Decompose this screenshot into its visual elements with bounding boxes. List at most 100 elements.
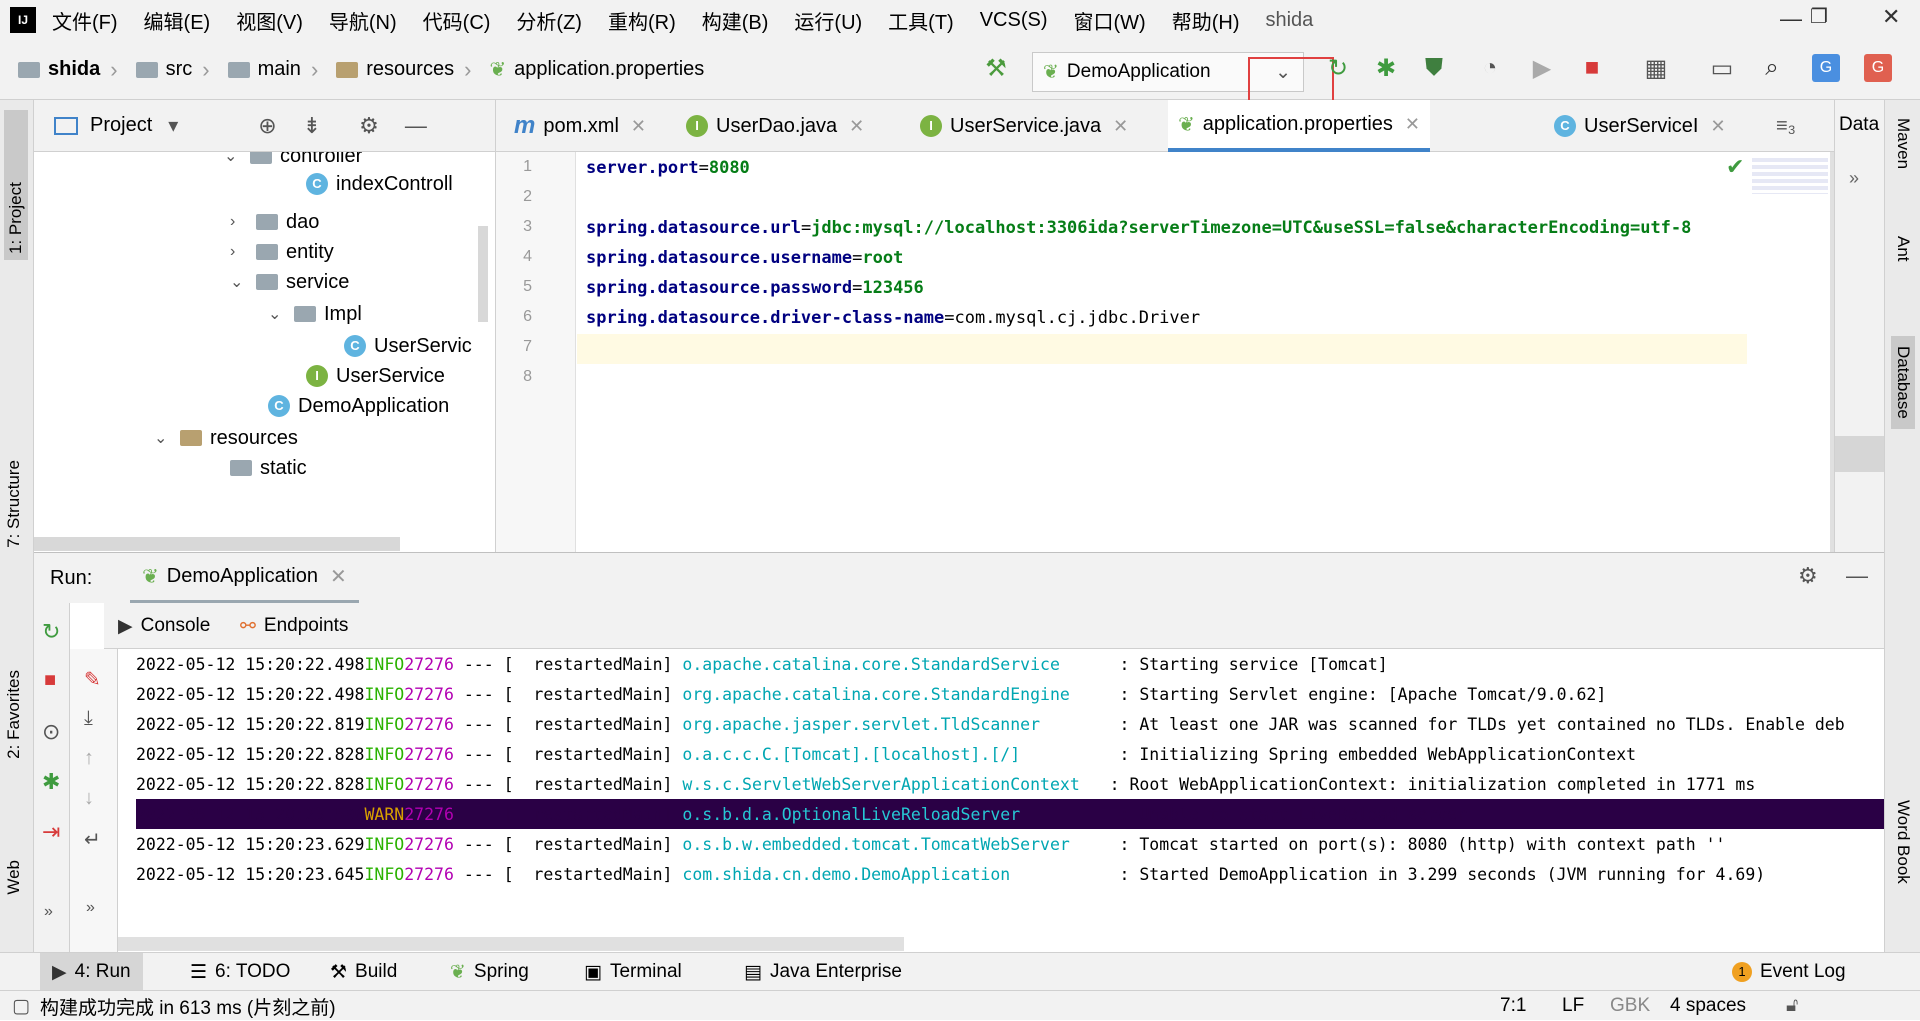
minimize-icon[interactable]: — xyxy=(1780,6,1802,32)
collapse-all-icon[interactable]: ⇟ xyxy=(303,113,321,139)
tab-userdao[interactable]: I UserDao.java ✕ xyxy=(686,100,864,152)
project-title[interactable]: Project xyxy=(90,114,152,137)
tree-node-service[interactable]: ⌄ service xyxy=(230,266,349,298)
caret-position[interactable]: 7:1 xyxy=(1500,991,1526,1021)
spring-tool-button[interactable]: ❦ Spring xyxy=(450,953,529,991)
web-tool-tab[interactable]: Web xyxy=(4,860,24,895)
event-log-button[interactable]: 1 Event Log xyxy=(1732,953,1846,991)
expand-icon[interactable]: » xyxy=(1849,168,1859,189)
menu-refactor[interactable]: 重构(R) xyxy=(608,6,676,35)
menu-build[interactable]: 构建(B) xyxy=(702,6,769,35)
console-output[interactable]: 2022-05-12 15:20:22.498 INFO 27276 --- [… xyxy=(118,649,1884,953)
close-window-icon[interactable]: ✕ xyxy=(1882,4,1900,30)
menu-code[interactable]: 代码(C) xyxy=(423,6,491,35)
breadcrumb-file[interactable]: ❦ application.properties xyxy=(489,57,704,82)
close-icon[interactable]: ✕ xyxy=(849,116,864,137)
breadcrumb-project[interactable]: shida › xyxy=(18,57,118,83)
hide-icon[interactable]: — xyxy=(1846,563,1868,589)
database-tool-tab[interactable]: Database xyxy=(1891,336,1915,429)
locate-icon[interactable]: ⊕ xyxy=(258,113,276,139)
project-structure-icon[interactable]: ▦ xyxy=(1638,50,1674,86)
camera-icon[interactable]: ⊙ xyxy=(42,719,60,745)
stop-icon[interactable]: ■ xyxy=(1574,50,1610,86)
line-separator[interactable]: LF xyxy=(1562,991,1584,1021)
editor-scrollbar[interactable] xyxy=(1830,152,1834,552)
menu-window[interactable]: 窗口(W) xyxy=(1074,6,1146,35)
tree-node-demoapplication[interactable]: C DemoApplication xyxy=(268,390,449,422)
breadcrumb-src[interactable]: src › xyxy=(135,57,210,83)
console-horizontal-scrollbar[interactable] xyxy=(118,937,904,951)
menu-vcs[interactable]: VCS(S) xyxy=(980,9,1048,32)
lock-icon[interactable]: 🔓︎ xyxy=(1786,991,1798,1021)
chevron-down-icon[interactable]: ▾ xyxy=(168,113,178,138)
close-icon[interactable]: ✕ xyxy=(330,564,347,589)
maven-tool-tab[interactable]: Maven xyxy=(1893,118,1913,169)
menu-tools[interactable]: 工具(T) xyxy=(888,6,954,35)
tree-node-userservice[interactable]: I UserService xyxy=(306,360,445,392)
menu-edit[interactable]: 编辑(E) xyxy=(144,6,211,35)
translate-replace-icon[interactable]: G xyxy=(1864,54,1892,82)
close-icon[interactable]: ✕ xyxy=(1113,116,1128,137)
project-tool-tab[interactable]: 1: Project xyxy=(4,110,28,260)
menu-file[interactable]: 文件(F) xyxy=(52,6,118,35)
more-icon[interactable]: » xyxy=(44,903,53,921)
menu-view[interactable]: 视图(V) xyxy=(236,6,303,35)
gear-icon[interactable]: ⚙ xyxy=(359,113,379,139)
code-editor[interactable]: 1 2 3 4 5 6 7 8 server.port=8080 spring.… xyxy=(496,152,1834,552)
scroll-to-end-icon[interactable]: ⤓ xyxy=(84,707,93,730)
rerun-icon[interactable]: ↻ xyxy=(42,619,60,645)
tab-pom-xml[interactable]: m pom.xml ✕ xyxy=(514,100,646,152)
close-icon[interactable]: ✕ xyxy=(1405,114,1420,135)
breadcrumb-main[interactable]: main › xyxy=(227,57,318,83)
tree-node-resources[interactable]: ⌄ resources xyxy=(154,422,298,454)
clear-icon[interactable]: ✎ xyxy=(84,667,101,692)
menu-help[interactable]: 帮助(H) xyxy=(1172,6,1240,35)
indent-setting[interactable]: 4 spaces xyxy=(1670,991,1746,1021)
rerun-icon[interactable]: ↻ xyxy=(1320,50,1356,86)
search-icon[interactable]: ⌕ xyxy=(1754,50,1790,86)
console-tab[interactable]: ▶ Console xyxy=(118,603,210,649)
tree-node-impl[interactable]: ⌄ Impl xyxy=(268,298,362,330)
up-arrow-icon[interactable]: ↑ xyxy=(84,747,94,770)
debug-bug-icon[interactable]: ✱ xyxy=(42,769,60,795)
tree-node-indexcontroller[interactable]: CindexControll xyxy=(306,168,453,200)
endpoints-tab[interactable]: ⚯ Endpoints xyxy=(240,603,348,649)
todo-tool-button[interactable]: ☰ 6: TODO xyxy=(190,953,290,991)
debug-bug-icon[interactable]: ✱ xyxy=(1368,50,1404,86)
presentation-icon[interactable]: ▭ xyxy=(1704,50,1740,86)
menu-analyze[interactable]: 分析(Z) xyxy=(516,6,582,35)
tab-userserviceimpl[interactable]: C UserServiceI ✕ xyxy=(1554,100,1726,152)
ant-tool-tab[interactable]: Ant xyxy=(1893,236,1913,262)
breadcrumb-resources[interactable]: resources › xyxy=(336,57,471,83)
more-icon[interactable]: » xyxy=(86,899,95,917)
close-icon[interactable]: ✕ xyxy=(1710,116,1725,137)
tree-node-entity[interactable]: › entity xyxy=(230,236,334,268)
stop-icon[interactable]: ■ xyxy=(44,669,56,692)
gear-icon[interactable]: ⚙ xyxy=(1798,563,1818,589)
build-hammer-icon[interactable]: ⚒ xyxy=(978,50,1014,86)
tab-overflow-icon[interactable]: ≡₃ xyxy=(1776,100,1796,152)
tree-node-dao[interactable]: › dao xyxy=(230,206,319,238)
menu-run[interactable]: 运行(U) xyxy=(794,6,862,35)
translate-icon[interactable]: G xyxy=(1812,54,1840,82)
tree-node-userserviceimpl[interactable]: C UserServic xyxy=(344,330,472,362)
build-tool-button[interactable]: ⚒ Build xyxy=(330,953,397,991)
coverage-icon[interactable]: ⛊ xyxy=(1416,50,1452,86)
file-encoding[interactable]: GBK xyxy=(1610,991,1650,1021)
profiler-icon[interactable]: ◔ xyxy=(1472,50,1508,86)
hide-icon[interactable]: — xyxy=(405,113,427,139)
tree-node-static[interactable]: static xyxy=(230,452,307,484)
horizontal-scrollbar[interactable] xyxy=(34,537,400,551)
run-tab-demoapplication[interactable]: ❦ DemoApplication ✕ xyxy=(130,553,359,603)
wordbook-tool-tab[interactable]: Word Book xyxy=(1893,800,1913,884)
favorites-tool-tab[interactable]: 2: Favorites xyxy=(4,670,24,759)
run-icon[interactable]: ▶ xyxy=(1524,50,1560,86)
close-icon[interactable]: ✕ xyxy=(631,116,646,137)
vertical-scrollbar[interactable] xyxy=(478,226,488,322)
restore-icon[interactable]: ❐ xyxy=(1810,4,1828,29)
run-tool-button[interactable]: ▶ 4: Run xyxy=(40,953,143,991)
tab-application-properties[interactable]: ❦ application.properties ✕ xyxy=(1168,100,1430,152)
terminal-tool-button[interactable]: ▣ Terminal xyxy=(584,953,682,991)
java-enterprise-tool-button[interactable]: ▤ Java Enterprise xyxy=(744,953,902,991)
down-arrow-icon[interactable]: ↓ xyxy=(84,787,94,810)
